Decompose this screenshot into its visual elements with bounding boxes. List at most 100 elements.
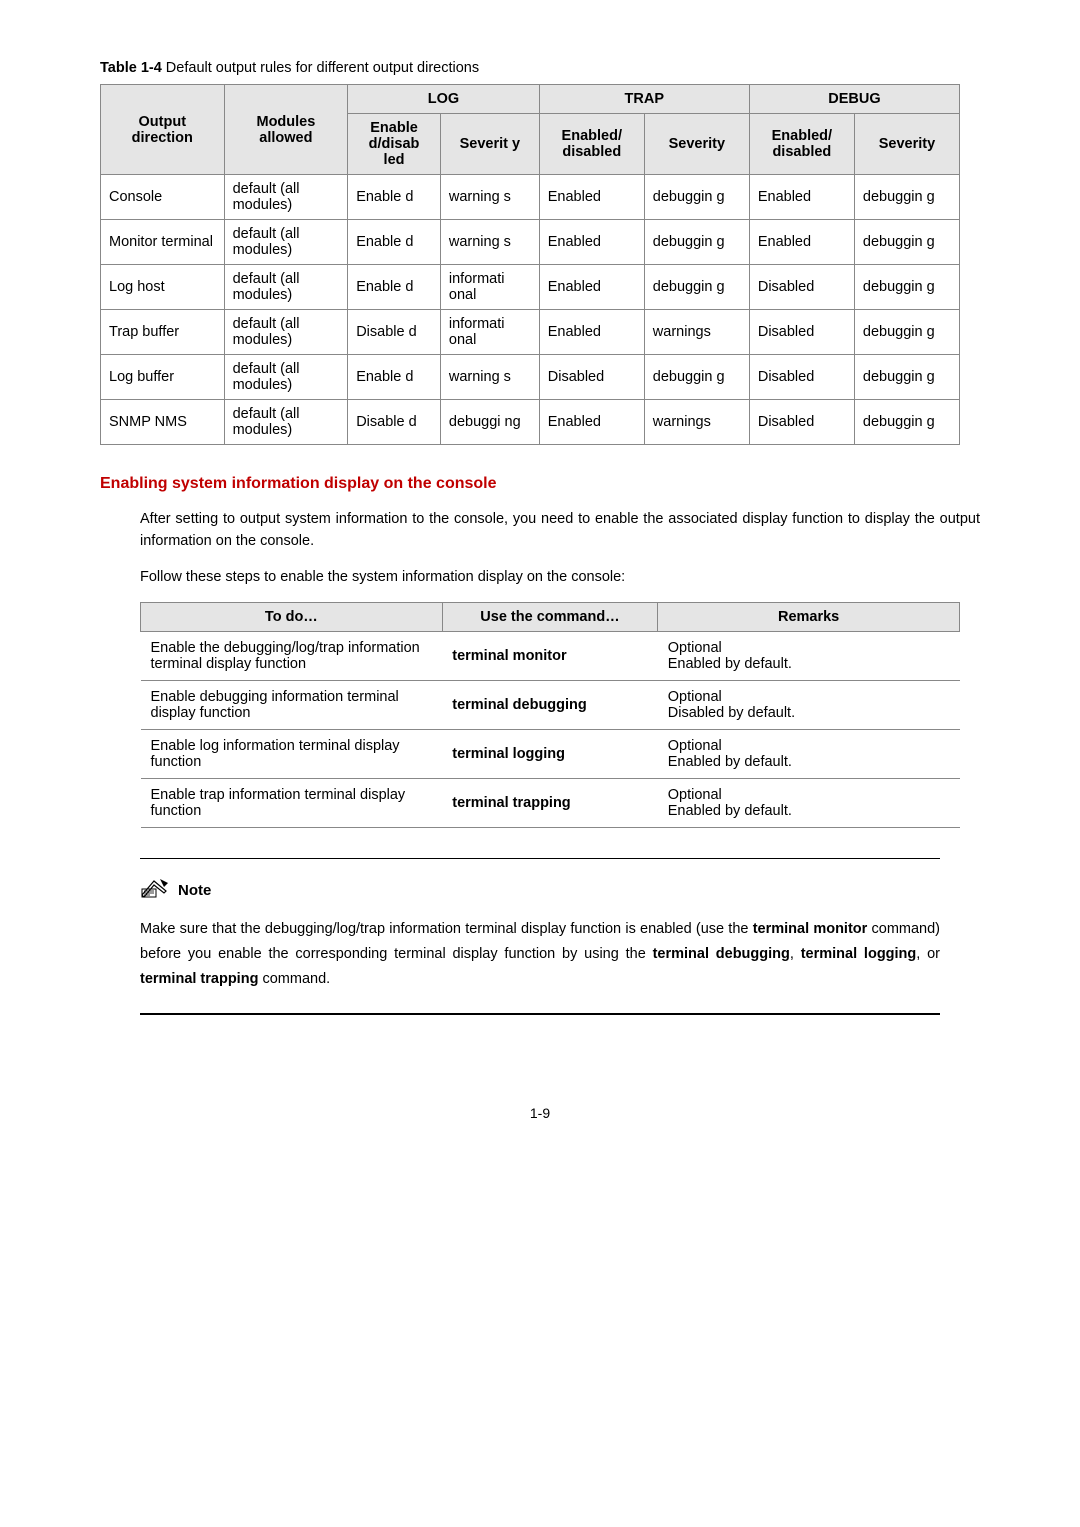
table2: To do… Use the command… Remarks Enable t… (140, 602, 960, 828)
para2: Follow these steps to enable the system … (140, 567, 980, 589)
th-remarks: Remarks (658, 603, 960, 632)
section-heading: Enabling system information display on t… (100, 475, 980, 493)
table-cell: Enable d (348, 175, 441, 220)
table-cell: Enable trap information terminal display… (141, 779, 443, 828)
table-cell: default (all modules) (224, 220, 348, 265)
table1-caption-bold: Table 1-4 (100, 60, 162, 76)
th-todo: To do… (141, 603, 443, 632)
th-trap: TRAP (539, 85, 749, 114)
note-b3: terminal logging (801, 946, 917, 962)
table-cell: Disable d (348, 400, 441, 445)
note-b4: terminal trapping (140, 971, 258, 987)
table-row: Log bufferdefault (all modules)Enable dw… (101, 355, 960, 400)
table-cell: Enabled (539, 400, 644, 445)
table-cell: Log host (101, 265, 225, 310)
table-row: Enable trap information terminal display… (141, 779, 960, 828)
table-cell: warning s (440, 175, 539, 220)
th-enable3: Enabled/ disabled (749, 114, 854, 175)
th-sev3: Severity (854, 114, 959, 175)
note-sep2: , or (916, 946, 940, 962)
table-cell: Monitor terminal (101, 220, 225, 265)
table-row: Trap bufferdefault (all modules)Disable … (101, 310, 960, 355)
th-output: Output direction (101, 85, 225, 175)
table-cell: Disable d (348, 310, 441, 355)
th-debug: DEBUG (749, 85, 959, 114)
table-cell: Console (101, 175, 225, 220)
table-cell: debuggin g (644, 220, 749, 265)
table-cell: OptionalEnabled by default. (658, 730, 960, 779)
table-cell: debuggin g (854, 400, 959, 445)
table1-caption: Table 1-4 Default output rules for diffe… (100, 60, 980, 76)
table-cell: debuggin g (854, 355, 959, 400)
table-row: Enable the debugging/log/trap informatio… (141, 632, 960, 681)
note-b1: terminal monitor (753, 921, 868, 937)
table-cell: debuggin g (854, 310, 959, 355)
table-cell: OptionalEnabled by default. (658, 779, 960, 828)
table-row: SNMP NMSdefault (all modules)Disable dde… (101, 400, 960, 445)
table1: Output direction Modules allowed LOG TRA… (100, 84, 960, 445)
table-row: Consoledefault (all modules)Enable dwarn… (101, 175, 960, 220)
table-cell: Enable d (348, 220, 441, 265)
table-cell: debuggin g (854, 220, 959, 265)
note-b2: terminal debugging (653, 946, 790, 962)
table-cell: terminal monitor (442, 632, 658, 681)
table-cell: debuggin g (854, 175, 959, 220)
table-cell: Enable debugging information terminal di… (141, 681, 443, 730)
th-sev2: Severity (644, 114, 749, 175)
table-cell: warnings (644, 400, 749, 445)
table-cell: Enabled (749, 220, 854, 265)
table-cell: debuggin g (644, 355, 749, 400)
table-cell: terminal debugging (442, 681, 658, 730)
para1: After setting to output system informati… (140, 509, 980, 553)
note-label: Note (178, 882, 211, 899)
table-cell: SNMP NMS (101, 400, 225, 445)
table-cell: debuggin g (644, 175, 749, 220)
table-cell: Enabled (539, 310, 644, 355)
th-cmd: Use the command… (442, 603, 658, 632)
note-t-after: command. (258, 971, 330, 987)
table-cell: Disabled (749, 310, 854, 355)
table-row: Monitor terminaldefault (all modules)Ena… (101, 220, 960, 265)
table-cell: warnings (644, 310, 749, 355)
table-cell: default (all modules) (224, 310, 348, 355)
table-cell: Disabled (749, 400, 854, 445)
table-cell: warning s (440, 355, 539, 400)
th-enable1: Enable d/disab led (348, 114, 441, 175)
table-cell: OptionalDisabled by default. (658, 681, 960, 730)
table-cell: warning s (440, 220, 539, 265)
table-cell: default (all modules) (224, 265, 348, 310)
table-cell: Enabled (539, 175, 644, 220)
table-cell: informati onal (440, 310, 539, 355)
table-cell: debuggin g (644, 265, 749, 310)
table-cell: OptionalEnabled by default. (658, 632, 960, 681)
table-cell: Log buffer (101, 355, 225, 400)
table-cell: Enabled (539, 220, 644, 265)
table-cell: debuggin g (854, 265, 959, 310)
table-cell: Disabled (749, 265, 854, 310)
table-cell: default (all modules) (224, 400, 348, 445)
th-enable2: Enabled/ disabled (539, 114, 644, 175)
note-sep1: , (790, 946, 801, 962)
table-cell: default (all modules) (224, 355, 348, 400)
table-row: Enable debugging information terminal di… (141, 681, 960, 730)
table-cell: Enabled (539, 265, 644, 310)
note-text: Make sure that the debugging/log/trap in… (140, 917, 940, 991)
note-box: Note Make sure that the debugging/log/tr… (140, 858, 940, 1015)
table-cell: Trap buffer (101, 310, 225, 355)
note-icon (140, 877, 170, 903)
table-cell: terminal trapping (442, 779, 658, 828)
table-cell: Enable d (348, 265, 441, 310)
th-sev1: Severit y (440, 114, 539, 175)
table-cell: Enable log information terminal display … (141, 730, 443, 779)
table-cell: terminal logging (442, 730, 658, 779)
note-t-before: Make sure that the debugging/log/trap in… (140, 921, 753, 937)
table-cell: informati onal (440, 265, 539, 310)
table-cell: Disabled (539, 355, 644, 400)
table-row: Log hostdefault (all modules)Enable dinf… (101, 265, 960, 310)
table-row: Enable log information terminal display … (141, 730, 960, 779)
th-log: LOG (348, 85, 540, 114)
table-cell: debuggi ng (440, 400, 539, 445)
th-modules: Modules allowed (224, 85, 348, 175)
table-cell: Enable d (348, 355, 441, 400)
table-cell: Disabled (749, 355, 854, 400)
